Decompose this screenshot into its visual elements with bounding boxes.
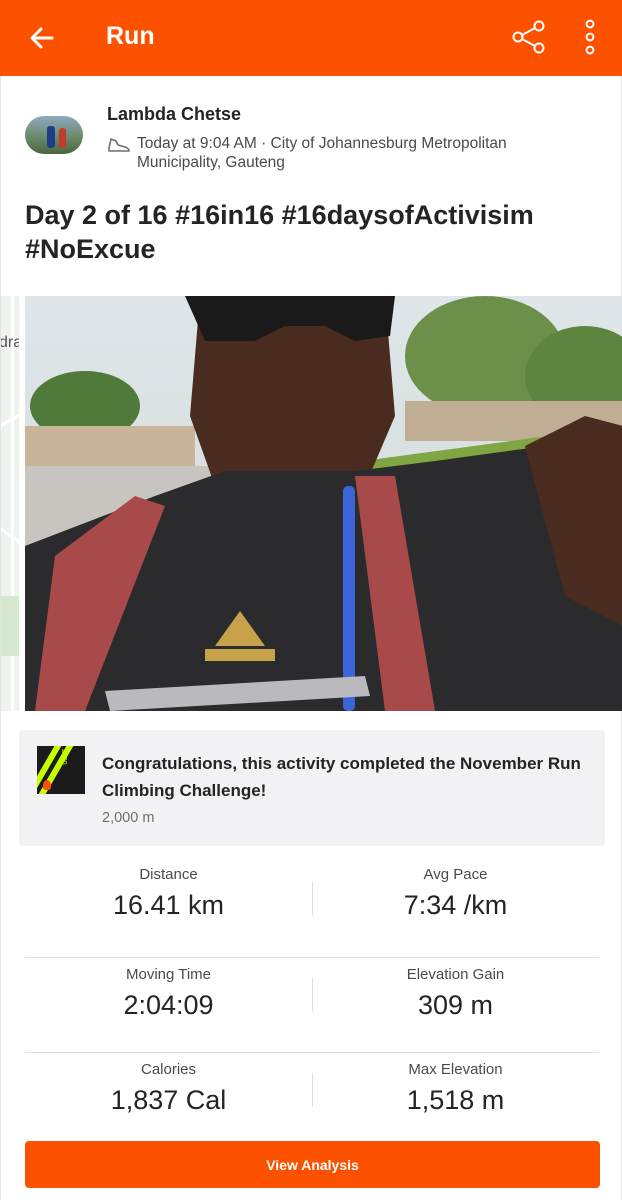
stat-value: 1,837 Cal [110,1085,227,1115]
more-options-button[interactable] [576,14,604,60]
back-button[interactable] [22,18,62,58]
stat-label: Distance [139,866,198,883]
selfie-photo [25,296,622,711]
map-park [1,596,19,656]
share-button[interactable] [506,14,552,60]
strava-flame-icon [43,780,51,790]
stat-label: Moving Time [125,966,212,983]
stat-label: Avg Pace [423,866,488,883]
achievement-card[interactable]: 2000 Congratulations, this activity comp… [19,730,605,846]
activity-date-location: Today at 9:04 AM · City of Johannesburg … [137,135,507,171]
stat-label: Elevation Gain [406,966,505,983]
stats-row: Moving Time 2:04:09 Elevation Gain 309 m [25,957,599,1052]
view-analysis-button[interactable]: View Analysis [25,1141,600,1188]
athlete-name[interactable]: Lambda Chetse [107,104,241,125]
stat-value: 1,518 m [406,1085,505,1115]
stat-calories: Calories 1,837 Cal [25,1053,312,1148]
stat-label: Calories [140,1061,197,1078]
stat-value: 309 m [417,990,494,1020]
page-title: Run [106,22,155,50]
avatar-figure [59,128,66,148]
achievement-message: Congratulations, this activity completed… [102,754,581,800]
stat-max-elevation: Max Elevation 1,518 m [312,1053,599,1148]
activity-detail: Lambda Chetse Today at 9:04 AM · City of… [0,76,622,1200]
share-icon [512,20,545,54]
arrow-left-icon [30,27,54,49]
more-vertical-icon [585,19,595,55]
stat-value: 2:04:09 [123,990,214,1020]
achievement-goal: 2,000 m [102,810,155,826]
map-road [1,406,19,429]
app-header: Run [0,0,622,76]
stat-avg-pace: Avg Pace 7:34 /km [312,862,599,957]
badge-label: 2000 [60,749,67,765]
stat-label: Max Elevation [408,1061,503,1078]
map-road [1,524,19,551]
activity-title: Day 2 of 16 #16in16 #16daysofActivisim #… [25,200,534,264]
activity-photo[interactable] [25,296,622,711]
stat-moving-time: Moving Time 2:04:09 [25,958,312,1053]
avatar-figure [47,126,55,148]
stat-distance: Distance 16.41 km [25,862,312,957]
map-label: dra [1,334,19,351]
stats-row: Distance 16.41 km Avg Pace 7:34 /km [25,862,599,957]
athlete-avatar[interactable] [25,116,83,154]
stat-elevation-gain: Elevation Gain 309 m [312,958,599,1053]
stat-value: 16.41 km [112,890,225,920]
stat-value: 7:34 /km [403,890,508,920]
challenge-badge-icon: 2000 [37,746,85,794]
shoe-icon [108,138,130,152]
map-preview-edge[interactable]: dra [1,296,19,711]
stats-row: Calories 1,837 Cal Max Elevation 1,518 m [25,1052,599,1147]
